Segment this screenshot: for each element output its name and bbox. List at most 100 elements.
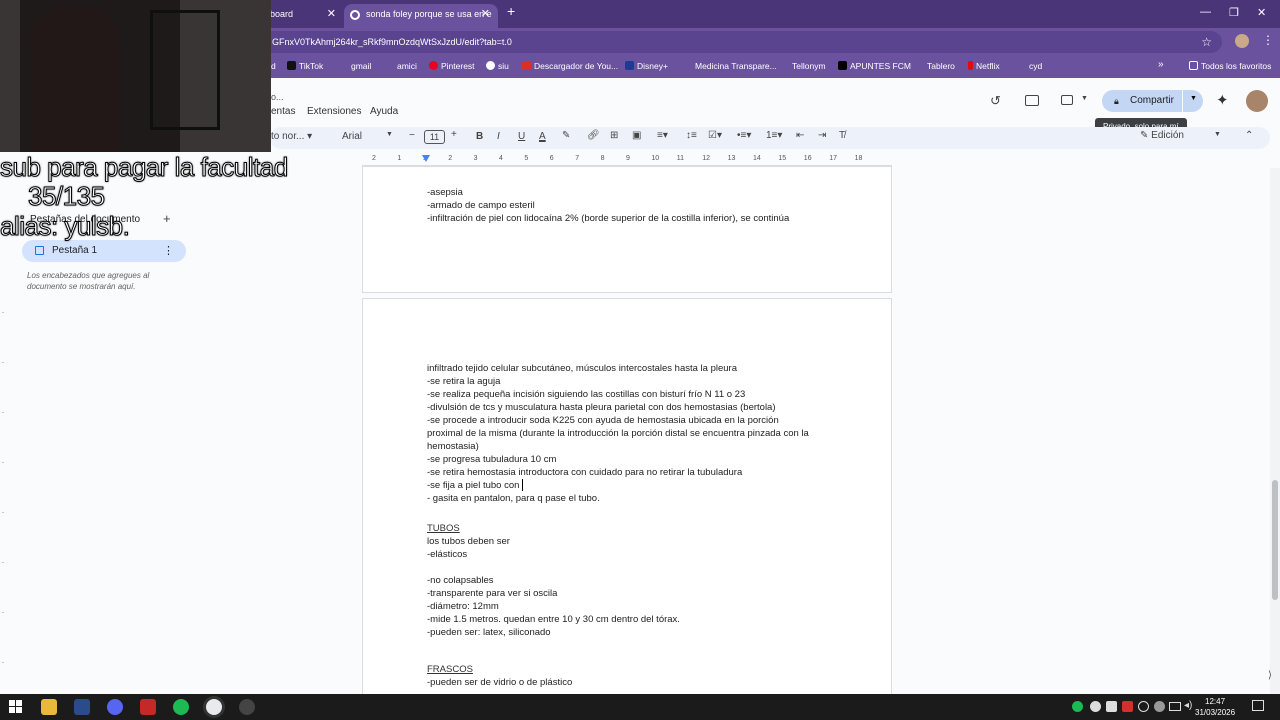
bold-button[interactable]: B [476,131,483,142]
edit-mode-select[interactable]: ✎ Edición [1140,130,1184,141]
file-explorer-icon[interactable] [41,699,57,715]
link-icon[interactable]: 🔗︎ [587,130,600,141]
bookmark[interactable]: gmail [339,61,371,71]
text-color-button[interactable]: A [539,131,546,142]
more-icon[interactable]: ⋮ [1262,33,1274,47]
chevron-down-icon[interactable]: ▼ [1081,95,1088,102]
bullet-list-icon[interactable]: •≡▾ [737,130,751,141]
style-select[interactable]: to nor... ▾ [271,131,312,142]
comment-add-icon[interactable]: ⊞ [610,130,618,141]
comments-icon[interactable] [1025,95,1039,106]
menu-extensiones[interactable]: Extensiones [307,106,361,117]
menu-ayuda[interactable]: Ayuda [370,106,398,117]
close-icon[interactable]: ✕ [327,4,336,24]
menu-herramientas[interactable]: entas [271,106,295,117]
ruler-tick-label: 1 [397,155,402,162]
bookmark[interactable]: siu [486,61,509,71]
vertical-scrollbar[interactable] [1270,168,1280,694]
chevron-down-icon[interactable]: ▼ [386,131,393,138]
bookmark[interactable]: d [271,61,276,71]
doc-line: hemostasia) [427,441,479,452]
more-bookmarks-icon[interactable]: » [1158,59,1164,70]
doc-line: - gasita en pantalon, para q pase el tub… [427,493,600,504]
download-icon [522,61,531,70]
store-icon[interactable] [74,699,90,715]
restore-button[interactable]: ❐ [1229,6,1239,19]
tray-discord-icon[interactable] [1106,701,1117,712]
network-icon[interactable] [1169,702,1181,711]
vertical-ruler-tick: - [2,410,4,416]
browser-tab-active[interactable]: sonda foley porque se usa en e ✕ [344,4,498,28]
indent-increase-icon[interactable]: ⇥ [818,130,826,141]
app-icon[interactable] [140,699,156,715]
volume-icon[interactable]: ◂) [1184,700,1192,711]
add-tab-button[interactable]: + [163,211,171,226]
all-bookmarks[interactable]: Todos los favoritos [1189,61,1271,71]
bookmark[interactable]: Tellonym [780,61,826,71]
chevron-down-icon[interactable]: ▼ [1214,131,1221,138]
meet-icon[interactable] [1061,95,1073,105]
indent-marker-icon[interactable] [422,155,430,162]
doc-line: -pueden ser: latex, siliconado [427,627,551,638]
taskbar-clock[interactable]: 12:47 31/03/2026 [1195,696,1235,718]
close-icon[interactable]: ✕ [481,4,490,24]
doc-page[interactable] [362,166,892,293]
lock-icon: 🔒︎ [1114,96,1119,106]
scrollbar-thumb[interactable] [1272,480,1278,600]
checklist-icon[interactable]: ☑▾ [708,130,722,141]
increase-font-button[interactable]: + [451,129,457,140]
bookmark[interactable]: APUNTES FCM [838,61,911,71]
line-spacing-icon[interactable]: ↕≡ [686,130,697,141]
chevron-up-icon[interactable]: ⌃ [1245,130,1253,141]
chrome-icon[interactable] [206,699,222,715]
bookmark[interactable]: Tablero [915,61,955,71]
tray-app-icon[interactable] [1154,701,1165,712]
stream-overlay-alias: alias: yulsb. [0,211,130,242]
notification-icon[interactable] [1252,700,1264,711]
font-select[interactable]: Arial [342,131,362,142]
font-size-input[interactable]: 11 [424,130,445,144]
share-button[interactable]: 🔒︎ Compartir [1102,90,1182,112]
bookmark[interactable]: cyd [1029,61,1042,71]
bookmark[interactable]: TikTok [287,61,323,71]
tray-app-icon[interactable] [1122,701,1133,712]
star-icon[interactable]: ☆ [1201,31,1212,53]
clear-format-icon[interactable]: T̸ [839,130,845,141]
new-tab-button[interactable]: + [507,3,515,19]
browser-tab[interactable]: board ✕ [262,4,344,28]
image-icon[interactable]: ▣ [632,130,641,141]
sidebar-item-pestana-1[interactable]: Pestaña 1 ⋮ [22,240,186,262]
bookmark[interactable]: amici [385,61,417,71]
tray-whatsapp-icon[interactable] [1090,701,1101,712]
bookmark[interactable]: Medicina Transpare... [695,61,777,71]
highlight-icon[interactable]: ✎ [562,130,570,141]
avatar[interactable] [1246,90,1268,112]
spotify-icon[interactable] [173,699,189,715]
profile-avatar[interactable] [1235,34,1249,48]
numbered-list-icon[interactable]: 1≡▾ [766,130,782,141]
bookmark[interactable]: Pinterest [429,61,475,71]
tray-spotify-icon[interactable] [1072,701,1083,712]
bookmark[interactable]: Disney+ [625,61,668,71]
explore-icon[interactable]: ⟩ [1268,670,1272,681]
app-icon[interactable] [107,699,123,715]
url-bar[interactable]: GFnxV0TkAhmj264kr_sRkf9mnOzdqWtSxJzdU/ed… [262,31,1222,53]
gemini-icon[interactable]: ✦ [1216,91,1229,109]
windows-start-icon[interactable] [9,700,22,713]
more-icon[interactable]: ⋮ [163,240,174,262]
bookmark[interactable]: Netflix [968,61,1000,71]
decrease-font-button[interactable]: − [409,130,415,141]
underline-button[interactable]: U [518,131,525,142]
ruler-tick-label: 6 [549,155,554,162]
bookmark[interactable]: Descargador de You... [522,61,618,71]
history-icon[interactable]: ↺ [990,93,1001,109]
indent-decrease-icon[interactable]: ⇤ [796,130,804,141]
minimize-button[interactable]: — [1200,6,1211,18]
doc-title[interactable]: o... [271,92,284,102]
doc-line: -se retira la aguja [427,376,501,387]
app-icon[interactable] [239,699,255,715]
italic-button[interactable]: I [497,131,500,142]
tray-app-icon[interactable] [1138,701,1149,712]
close-window-button[interactable]: ✕ [1257,6,1266,19]
align-icon[interactable]: ≡▾ [657,130,668,141]
